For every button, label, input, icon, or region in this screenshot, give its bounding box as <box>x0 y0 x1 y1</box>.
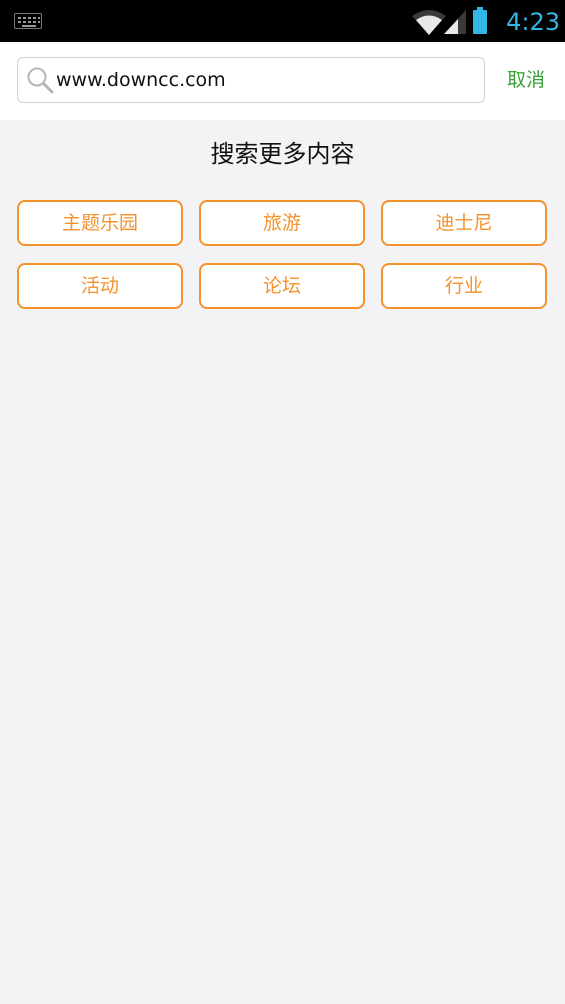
keyboard-icon <box>14 13 42 29</box>
wifi-icon <box>412 10 446 35</box>
tag-events[interactable]: 活动 <box>17 263 183 309</box>
tag-grid: 主题乐园 旅游 迪士尼 活动 论坛 行业 <box>17 200 548 309</box>
tag-travel[interactable]: 旅游 <box>199 200 365 246</box>
tag-disney[interactable]: 迪士尼 <box>381 200 547 246</box>
page-title: 搜索更多内容 <box>210 140 355 168</box>
status-bar: 4:23 <box>0 0 565 42</box>
tag-theme-park[interactable]: 主题乐园 <box>17 200 183 246</box>
search-input[interactable] <box>56 58 476 102</box>
battery-icon <box>473 7 487 34</box>
search-header: 取消 <box>0 42 565 120</box>
status-clock: 4:23 <box>506 8 560 36</box>
signal-icon <box>444 10 466 34</box>
search-icon <box>27 67 54 94</box>
search-box[interactable] <box>17 57 485 103</box>
cancel-button[interactable]: 取消 <box>496 62 556 98</box>
tag-forum[interactable]: 论坛 <box>199 263 365 309</box>
tag-industry[interactable]: 行业 <box>381 263 547 309</box>
